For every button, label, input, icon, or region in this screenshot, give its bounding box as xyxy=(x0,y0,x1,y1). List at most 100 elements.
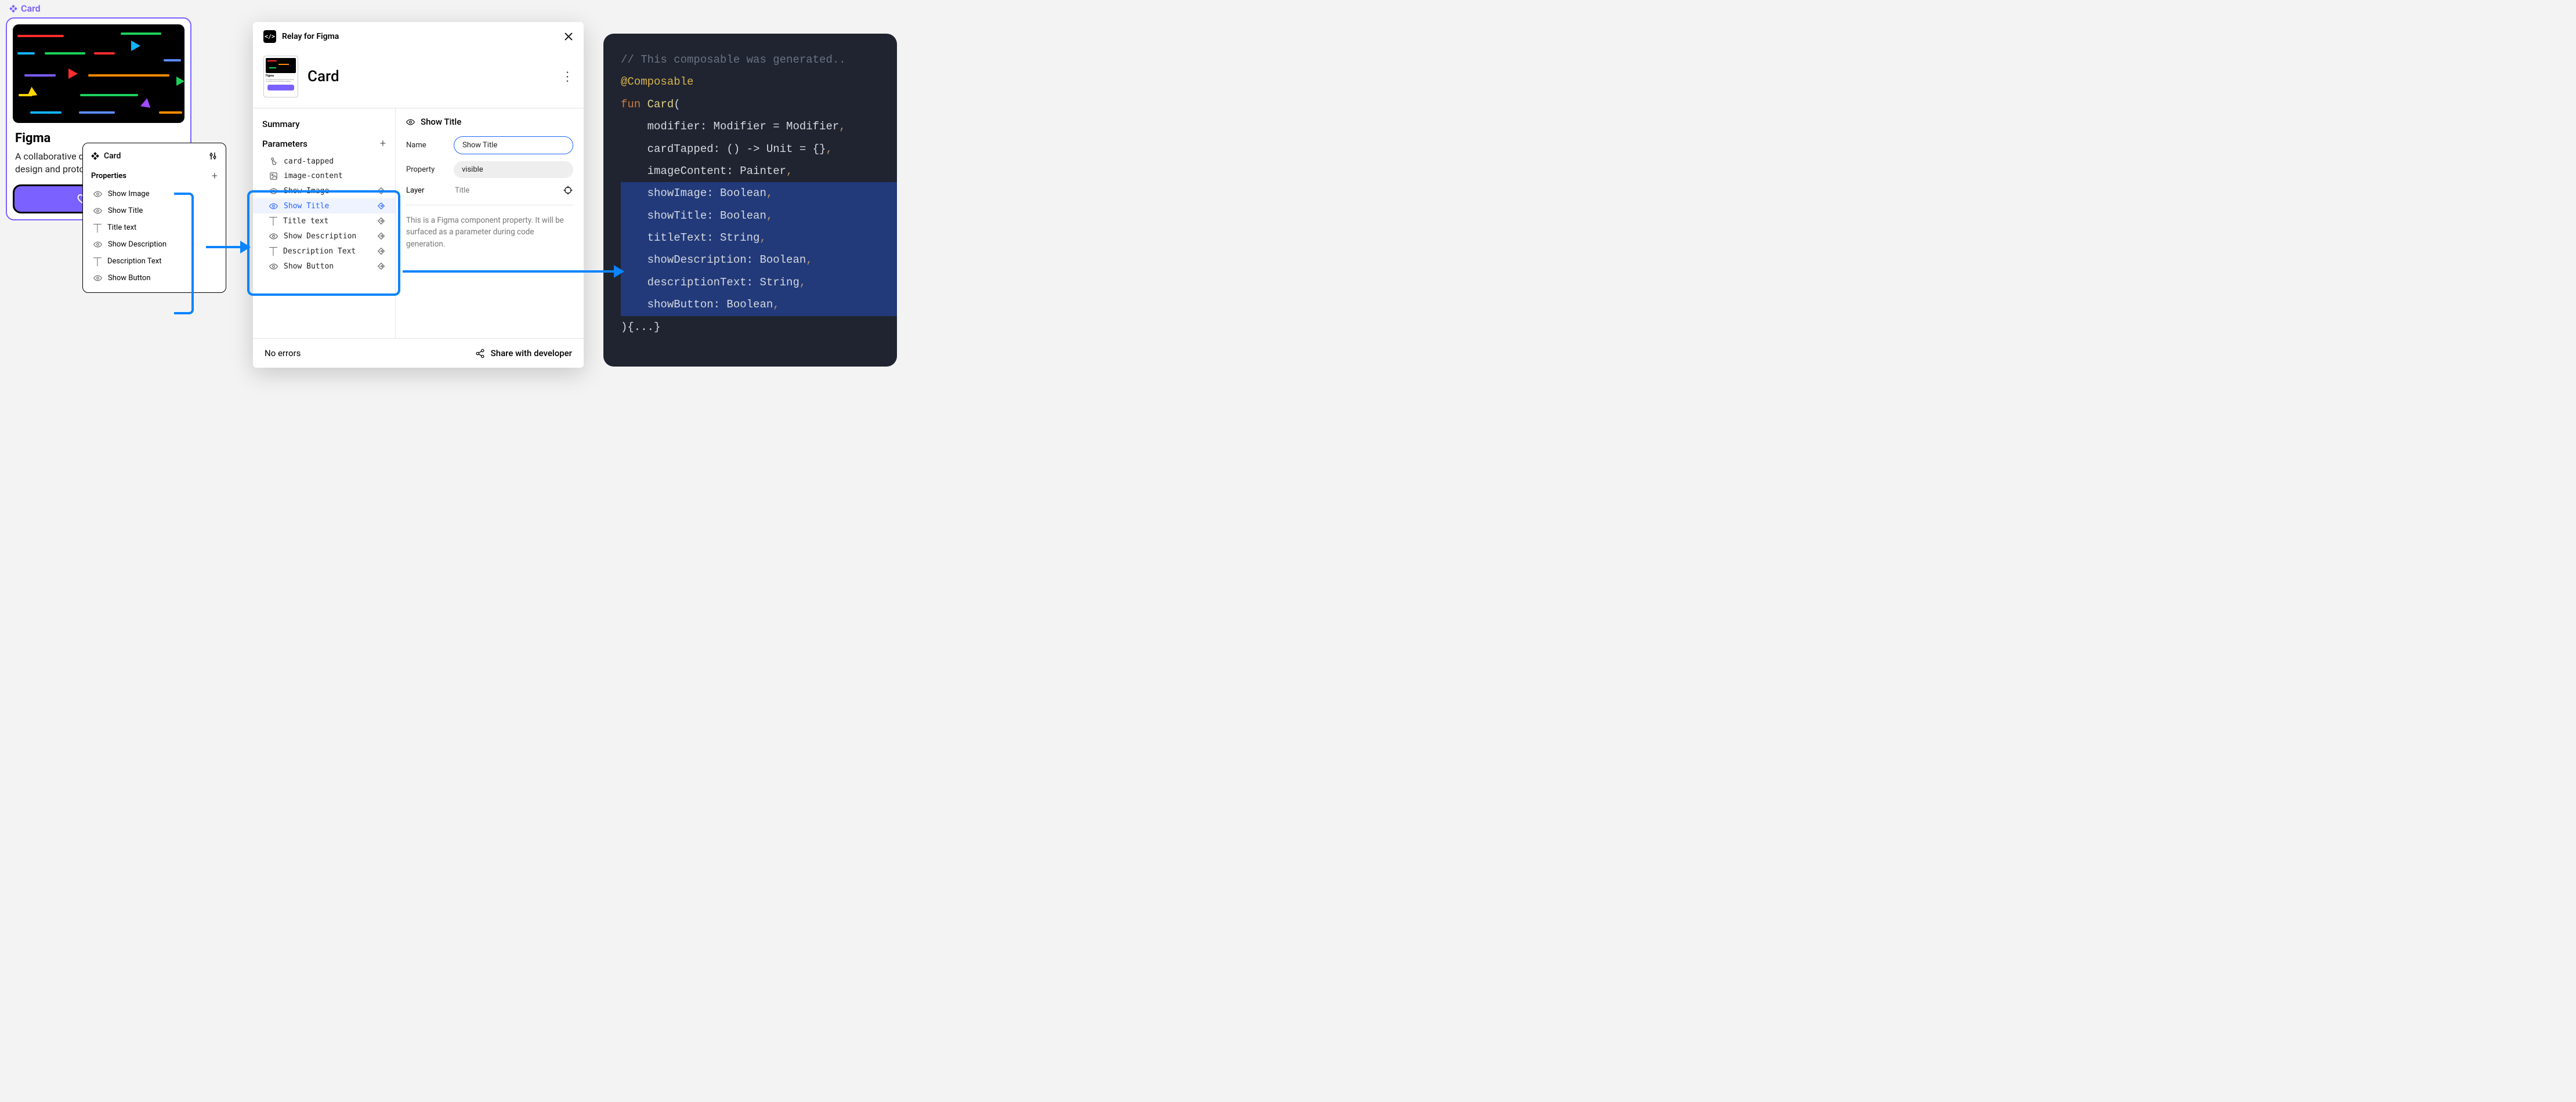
name-input[interactable]: Show Title xyxy=(454,136,573,154)
relay-panel: </> Relay for Figma Figma A collaborativ… xyxy=(253,22,584,368)
code-param-highlight: descriptionText: String xyxy=(621,276,799,289)
layer-label: Layer xyxy=(406,186,447,195)
parameter-row[interactable]: card-tapped xyxy=(253,154,395,169)
text-icon xyxy=(93,224,102,232)
property-label: Show Description xyxy=(108,240,167,249)
eye-icon xyxy=(269,262,278,271)
diamond-arrow-icon xyxy=(377,262,386,271)
text-icon xyxy=(93,258,102,266)
sliders-icon[interactable] xyxy=(208,151,218,161)
share-with-developer-button[interactable]: Share with developer xyxy=(475,348,572,358)
code-param-highlight: showButton: Boolean xyxy=(621,298,773,311)
code-param-highlight: showDescription: Boolean xyxy=(621,253,806,266)
property-row[interactable]: Show Button xyxy=(83,270,226,287)
property-row[interactable]: Show Title xyxy=(83,202,226,219)
eye-icon xyxy=(93,240,102,249)
diamond-arrow-icon xyxy=(377,186,386,195)
diamond-arrow-icon xyxy=(377,201,386,211)
parameter-row[interactable]: Title text xyxy=(253,213,395,229)
image-icon xyxy=(269,172,278,180)
properties-section-label: Properties xyxy=(91,172,126,180)
parameter-row-selected[interactable]: Show Title xyxy=(253,198,395,213)
parameter-label: Show Image xyxy=(284,187,329,195)
relay-logo-icon: </> xyxy=(263,30,276,43)
tap-icon xyxy=(269,157,278,166)
target-icon[interactable] xyxy=(563,185,573,195)
code-param: modifier: Modifier = Modifier xyxy=(621,120,839,133)
properties-popup: Card Properties + Show Image Show Title … xyxy=(82,143,226,293)
layer-value: Title xyxy=(447,186,563,195)
text-icon xyxy=(269,217,277,225)
component-tag-label: Card xyxy=(21,3,41,14)
annotation-arrow-icon xyxy=(206,246,249,248)
code-param: cardTapped: () -> Unit = {} xyxy=(621,143,826,155)
parameter-label: card-tapped xyxy=(284,157,334,166)
property-row[interactable]: Show Image xyxy=(83,186,226,202)
parameters-section: Parameters xyxy=(262,139,307,149)
add-property-button[interactable]: + xyxy=(212,170,218,182)
close-icon[interactable] xyxy=(564,32,573,41)
component-diamond-icon xyxy=(91,152,99,160)
eye-icon xyxy=(93,206,102,215)
property-label: Show Image xyxy=(108,190,150,198)
summary-section[interactable]: Summary xyxy=(253,117,395,136)
diamond-arrow-icon xyxy=(377,246,386,256)
parameter-label: Show Button xyxy=(284,262,334,271)
share-icon xyxy=(475,349,485,358)
property-row[interactable]: Title text xyxy=(83,219,226,236)
component-diamond-icon xyxy=(9,5,17,13)
parameter-row[interactable]: Description Text xyxy=(253,244,395,259)
parameter-row[interactable]: image-content xyxy=(253,169,395,183)
property-select[interactable]: visible xyxy=(454,161,573,178)
annotation-arrow-icon xyxy=(403,270,623,273)
eye-icon xyxy=(269,202,278,211)
parameter-label: image-content xyxy=(284,172,343,180)
name-label: Name xyxy=(406,141,447,150)
property-label-static: Property xyxy=(406,165,447,174)
code-param: imageContent: Painter xyxy=(621,165,786,177)
card-image xyxy=(13,24,184,123)
code-annotation: @Composable xyxy=(621,75,693,88)
code-param-highlight: showImage: Boolean xyxy=(621,187,766,200)
add-parameter-button[interactable]: + xyxy=(380,137,386,150)
eye-icon xyxy=(269,232,278,241)
code-comment: // This composable was generated.. xyxy=(621,53,846,66)
code-param-highlight: showTitle: Boolean xyxy=(621,209,766,222)
property-row[interactable]: Description Text xyxy=(83,253,226,270)
code-closing: ){...} xyxy=(621,321,660,334)
properties-popup-title: Card xyxy=(104,151,121,161)
parameter-label: Description Text xyxy=(283,247,356,256)
parameter-label: Title text xyxy=(283,217,328,226)
kebab-menu-icon[interactable]: ⋮ xyxy=(561,74,573,80)
parameter-row[interactable]: Show Image xyxy=(253,183,395,198)
eye-icon xyxy=(93,274,102,282)
diamond-arrow-icon xyxy=(377,216,386,226)
detail-header: Show Title xyxy=(421,117,461,127)
eye-icon xyxy=(93,190,102,198)
errors-status: No errors xyxy=(265,348,301,358)
code-keyword: fun xyxy=(621,98,641,111)
property-label: Description Text xyxy=(107,257,162,266)
code-fn-name: Card xyxy=(647,98,674,111)
eye-icon xyxy=(269,187,278,195)
detail-description: This is a Figma component property. It w… xyxy=(406,205,573,250)
parameter-row[interactable]: Show Description xyxy=(253,229,395,244)
eye-icon xyxy=(406,118,415,126)
property-label: Show Title xyxy=(108,206,143,215)
relay-app-title: Relay for Figma xyxy=(282,32,339,41)
property-row[interactable]: Show Description xyxy=(83,236,226,253)
code-panel: // This composable was generated.. @Comp… xyxy=(603,34,897,367)
component-tag[interactable]: Card xyxy=(9,3,41,14)
text-icon xyxy=(269,247,277,255)
card-thumbnail: Figma A collaborative design tool for te… xyxy=(263,56,298,97)
diamond-arrow-icon xyxy=(377,231,386,241)
parameter-row[interactable]: Show Button xyxy=(253,259,395,274)
code-param-highlight: titleText: String xyxy=(621,231,759,244)
annotation-bracket xyxy=(174,193,194,314)
relay-card-title: Card xyxy=(307,68,339,85)
parameter-label: Show Description xyxy=(284,232,356,241)
property-label: Title text xyxy=(107,223,136,232)
property-label: Show Button xyxy=(108,274,151,282)
share-label: Share with developer xyxy=(491,348,572,358)
parameter-label: Show Title xyxy=(284,202,329,211)
